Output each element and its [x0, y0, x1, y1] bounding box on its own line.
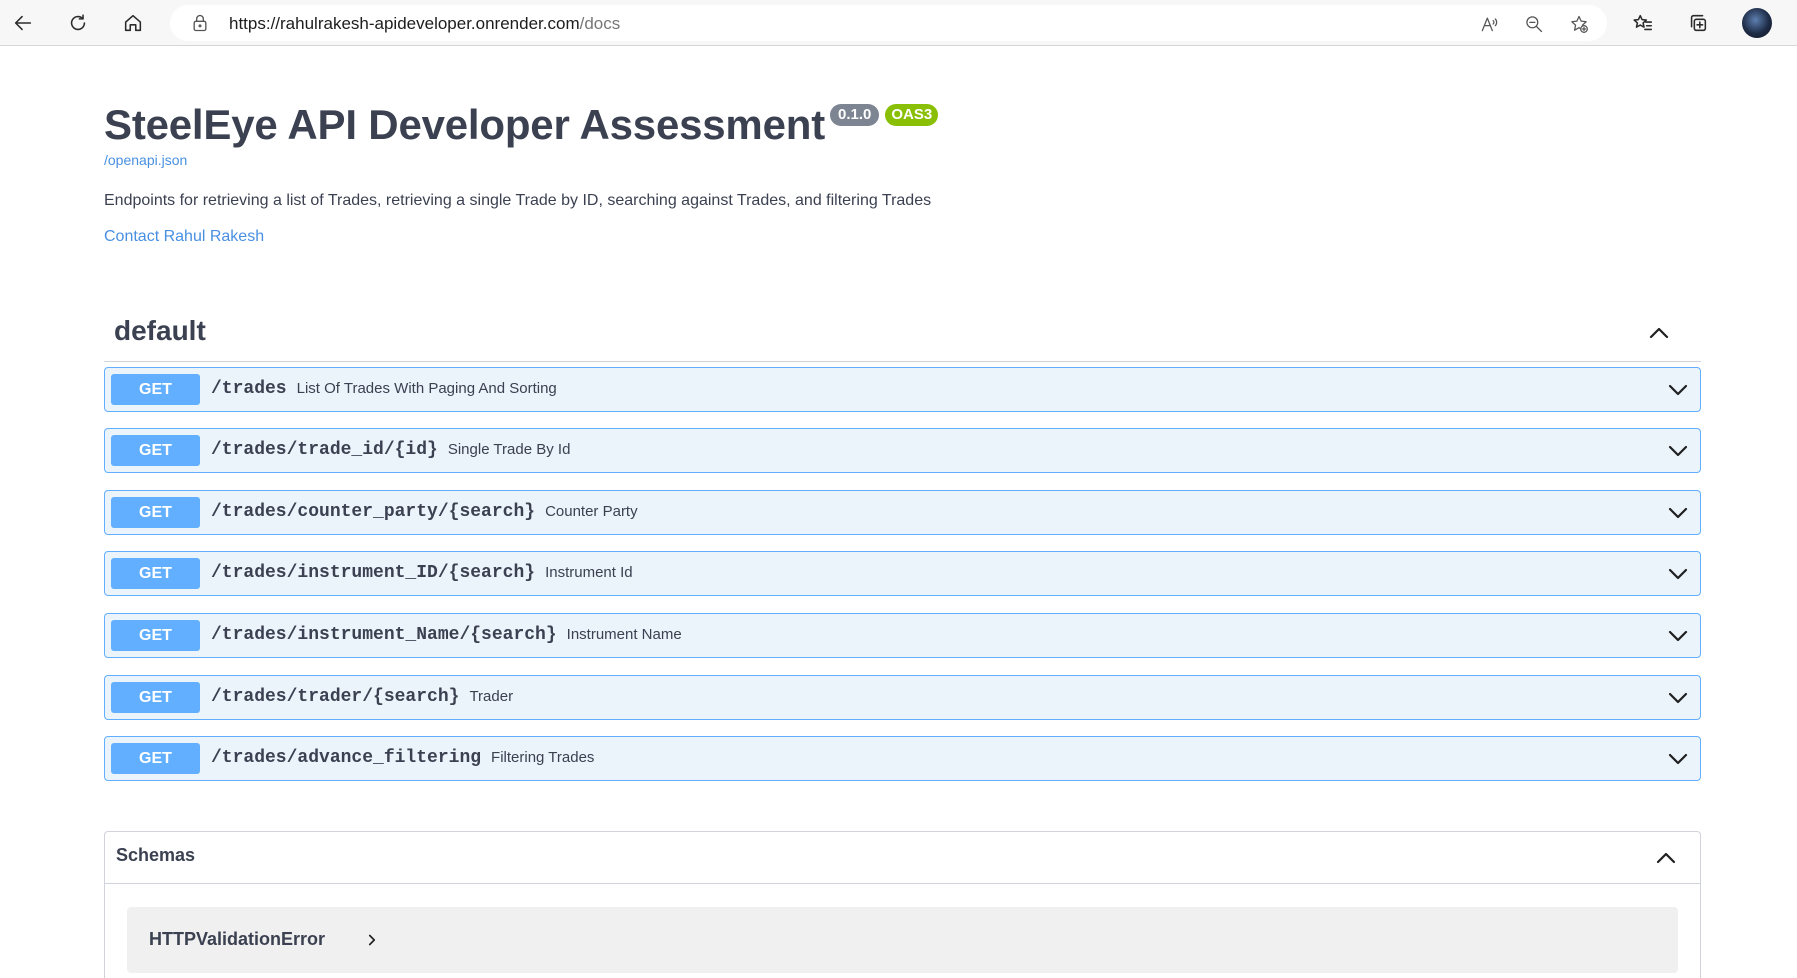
- method-badge: GET: [111, 435, 200, 466]
- method-badge: GET: [111, 620, 200, 651]
- method-badge: GET: [111, 743, 200, 774]
- chevron-down-icon[interactable]: [1666, 501, 1690, 525]
- chevron-right-icon[interactable]: [363, 931, 381, 949]
- operation-path: /trades/counter_party/{search} Counter Pa…: [211, 502, 638, 522]
- schemas-header[interactable]: Schemas: [105, 832, 1700, 884]
- add-favorite-icon[interactable]: [1567, 12, 1591, 36]
- model-name: HTTPValidationError: [149, 929, 326, 949]
- chevron-down-icon[interactable]: [1666, 747, 1690, 771]
- version-badge: 0.1.0: [829, 104, 880, 126]
- operation-summary: Instrument Name: [566, 626, 682, 643]
- operation-path: /trades/trader/{search} Trader: [211, 687, 514, 707]
- chevron-up-icon[interactable]: [1647, 321, 1671, 345]
- operation-get-instrument-id[interactable]: GET /trades/instrument_ID/{search} Instru…: [104, 551, 1701, 596]
- openapi-json-link[interactable]: /openapi.json: [104, 152, 1704, 168]
- operation-get-instrument-name[interactable]: GET /trades/instrument_Name/{search} Inst…: [104, 613, 1701, 658]
- operation-summary: Filtering Trades: [491, 749, 595, 766]
- chevron-up-icon[interactable]: [1654, 846, 1678, 870]
- operation-get-counter-party[interactable]: GET /trades/counter_party/{search} Counte…: [104, 490, 1701, 535]
- operation-summary: Instrument Id: [545, 564, 633, 581]
- operation-path: /trades/trade_id/{id} Single Trade By Id: [211, 440, 571, 460]
- operation-path: /trades/instrument_ID/{search} Instrument…: [211, 563, 633, 583]
- url-text[interactable]: https://rahulrakesh-apideveloper.onrende…: [229, 14, 620, 34]
- tag-name: default: [114, 315, 206, 346]
- chevron-down-icon[interactable]: [1666, 439, 1690, 463]
- model-httpvalidationerror[interactable]: HTTPValidationError: [127, 907, 1678, 973]
- schemas-title: Schemas: [116, 845, 196, 865]
- api-description: Endpoints for retrieving a list of Trade…: [104, 192, 932, 209]
- operation-summary: Counter Party: [545, 503, 638, 520]
- zoom-out-icon[interactable]: [1522, 12, 1546, 36]
- lock-icon[interactable]: [190, 13, 210, 33]
- api-title: SteelEye API Developer Assessment: [104, 101, 825, 148]
- url-host: https://rahulrakesh-apideveloper.onrende…: [229, 14, 580, 33]
- method-badge: GET: [111, 374, 200, 405]
- address-bar[interactable]: https://rahulrakesh-apideveloper.onrende…: [170, 5, 1607, 41]
- api-info: SteelEye API Developer Assessment 0.1.0 …: [104, 98, 1704, 246]
- operation-get-trade-by-id[interactable]: GET /trades/trade_id/{id} Single Trade By…: [104, 428, 1701, 473]
- schemas-section: Schemas HTTPValidationError: [104, 831, 1701, 978]
- read-aloud-icon[interactable]: [1477, 12, 1501, 36]
- home-icon[interactable]: [117, 7, 149, 39]
- method-badge: GET: [111, 558, 200, 589]
- collections-icon[interactable]: [1682, 7, 1714, 39]
- operation-get-trader[interactable]: GET /trades/trader/{search} Trader: [104, 675, 1701, 720]
- contact-link[interactable]: Contact Rahul Rakesh: [104, 228, 1704, 246]
- chevron-down-icon[interactable]: [1666, 624, 1690, 648]
- operation-get-advance-filtering[interactable]: GET /trades/advance_filtering Filtering T…: [104, 736, 1701, 781]
- url-path: /docs: [579, 14, 621, 33]
- browser-toolbar: https://rahulrakesh-apideveloper.onrende…: [0, 0, 1797, 46]
- profile-avatar[interactable]: [1742, 8, 1772, 38]
- operation-path: /trades/instrument_Name/{search} Instrume…: [211, 625, 682, 645]
- operation-get-trades[interactable]: GET /trades List Of Trades With Paging An…: [104, 367, 1701, 412]
- operation-path: /trades List Of Trades With Paging And So…: [211, 379, 557, 399]
- chevron-down-icon[interactable]: [1666, 686, 1690, 710]
- operation-summary: Single Trade By Id: [447, 441, 571, 458]
- operation-summary: List Of Trades With Paging And Sorting: [296, 380, 557, 397]
- method-badge: GET: [111, 497, 200, 528]
- back-icon[interactable]: [7, 7, 39, 39]
- operation-path: /trades/advance_filtering Filtering Trade…: [211, 748, 595, 768]
- chevron-down-icon[interactable]: [1666, 562, 1690, 586]
- favorites-icon[interactable]: [1627, 7, 1659, 39]
- operation-summary: Trader: [469, 688, 514, 705]
- refresh-icon[interactable]: [62, 7, 94, 39]
- tag-default-header[interactable]: default: [104, 311, 1701, 362]
- oas-badge: OAS3: [885, 104, 939, 126]
- method-badge: GET: [111, 682, 200, 713]
- chevron-down-icon[interactable]: [1666, 378, 1690, 402]
